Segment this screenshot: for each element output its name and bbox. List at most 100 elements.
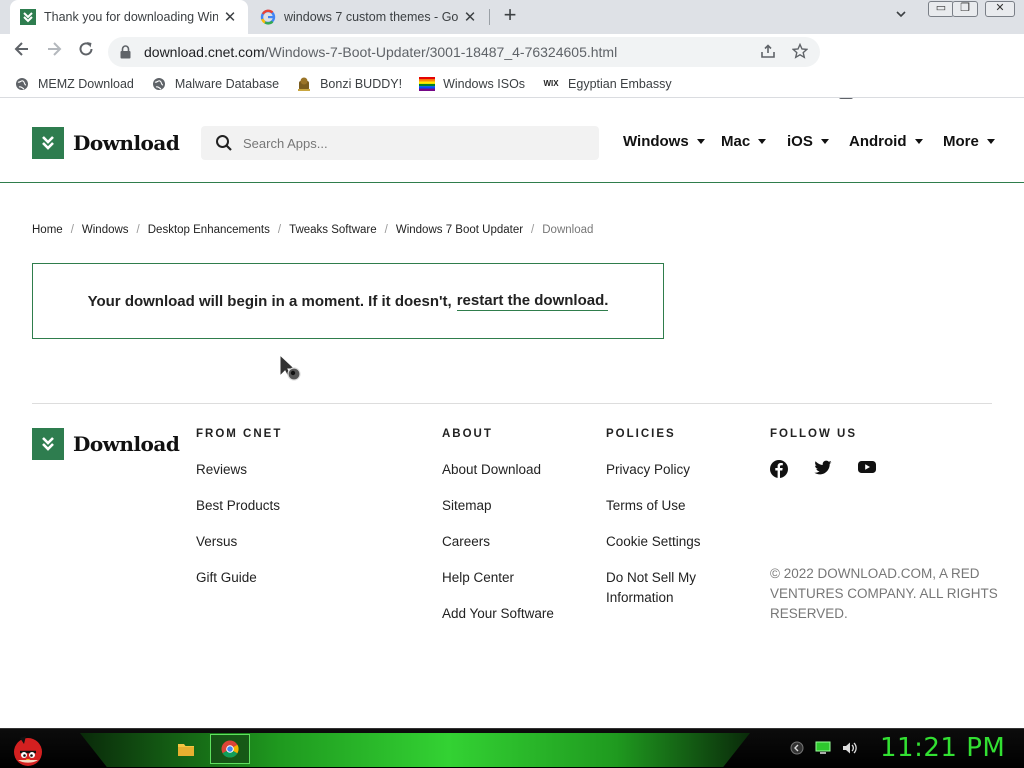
breadcrumb-separator: /	[70, 224, 74, 236]
footer-link-privacy-policy[interactable]: Privacy Policy	[606, 460, 726, 480]
nav-label: Windows	[623, 133, 689, 150]
download-logo-icon	[32, 127, 64, 159]
footer-heading: FROM CNET	[196, 428, 283, 440]
footer-col-about: ABOUT About Download Sitemap Careers Hel…	[442, 428, 554, 640]
breadcrumb: Home / Windows / Desktop Enhancements / …	[32, 224, 593, 236]
maximize-window-button[interactable]: ❐	[952, 1, 978, 17]
footer-heading: ABOUT	[442, 428, 493, 440]
breadcrumb-windows-7-boot-updater[interactable]: Windows 7 Boot Updater	[396, 224, 523, 236]
share-icon[interactable]	[760, 43, 776, 63]
nav-label: iOS	[787, 133, 813, 150]
nav-ios[interactable]: iOS	[787, 133, 829, 150]
bookmark-label: Bonzi BUDDY!	[320, 76, 403, 91]
footer-link-gift-guide[interactable]: Gift Guide	[196, 568, 282, 588]
footer-link-reviews[interactable]: Reviews	[196, 460, 282, 480]
bookmark-windows-isos[interactable]: Windows ISOs	[419, 76, 525, 92]
forward-button[interactable]	[42, 40, 66, 64]
caret-down-icon	[914, 139, 923, 144]
taskbar-file-explorer-icon[interactable]	[166, 734, 206, 764]
nav-more[interactable]: More	[943, 133, 995, 150]
site-header: Download Windows Mac iOS Android More	[0, 99, 1024, 183]
bookmark-bonzi-buddy[interactable]: Bonzi BUDDY!	[296, 76, 402, 92]
footer-link-best-products[interactable]: Best Products	[196, 496, 282, 516]
site-search[interactable]	[201, 126, 599, 160]
rainbow-icon	[419, 76, 436, 92]
footer-link-add-your-software[interactable]: Add Your Software	[442, 604, 554, 624]
tray-arrow-icon[interactable]	[790, 741, 804, 760]
breadcrumb-separator: /	[531, 224, 535, 236]
download-logo-icon	[32, 428, 64, 460]
bookmark-label: MEMZ Download	[38, 76, 134, 91]
breadcrumb-desktop-enhancements[interactable]: Desktop Enhancements	[148, 224, 270, 236]
breadcrumb-tweaks-software[interactable]: Tweaks Software	[289, 224, 377, 236]
reload-button[interactable]	[74, 40, 98, 64]
tab-title: windows 7 custom themes - Google Search	[284, 10, 458, 24]
footer-link-help-center[interactable]: Help Center	[442, 568, 554, 588]
bookmark-star-icon[interactable]	[791, 42, 809, 63]
restart-download-link[interactable]: restart the download.	[456, 292, 609, 311]
twitter-icon[interactable]	[814, 460, 832, 478]
breadcrumb-separator: /	[277, 224, 282, 236]
nav-windows[interactable]: Windows	[623, 133, 705, 150]
network-icon[interactable]	[815, 741, 831, 760]
footer-divider	[32, 403, 992, 404]
tab-separator	[489, 9, 490, 25]
globe-icon	[14, 76, 30, 92]
footer-link-terms-of-use[interactable]: Terms of Use	[606, 496, 726, 516]
caret-down-icon	[986, 139, 995, 144]
breadcrumb-windows[interactable]: Windows	[82, 224, 129, 236]
footer-col-policies: POLICIES Privacy Policy Terms of Use Coo…	[606, 428, 726, 624]
tab-search-chevron-icon[interactable]	[895, 8, 907, 23]
bookmark-label: Egyptian Embassy	[568, 76, 672, 91]
tab-title: Thank you for downloading Windows 7 Boot…	[44, 10, 218, 24]
logo-text: Download	[73, 131, 180, 155]
youtube-icon[interactable]	[858, 460, 876, 478]
facebook-icon[interactable]	[770, 460, 788, 478]
bookmarks-bar: MEMZ Download Malware Database Bonzi BUD…	[0, 70, 1024, 98]
minimize-window-button[interactable]: ▭	[928, 1, 954, 17]
new-tab-button[interactable]: +	[498, 4, 522, 28]
system-tray	[790, 741, 858, 760]
google-favicon-icon	[260, 9, 276, 25]
wix-icon: WIX	[543, 79, 559, 88]
back-button[interactable]	[10, 40, 34, 64]
social-links	[770, 460, 876, 478]
bookmark-memz-download[interactable]: MEMZ Download	[14, 76, 134, 92]
download-favicon-icon	[20, 9, 36, 25]
nav-label: Android	[849, 133, 907, 150]
start-button-angry-bird-icon[interactable]	[8, 730, 48, 768]
breadcrumb-home[interactable]: Home	[32, 224, 63, 236]
nav-mac[interactable]: Mac	[721, 133, 767, 150]
breadcrumb-separator: /	[384, 224, 388, 236]
volume-icon[interactable]	[842, 741, 858, 760]
taskbar-chrome-icon[interactable]	[210, 734, 250, 764]
bookmark-malware-database[interactable]: Malware Database	[151, 76, 279, 92]
os-taskbar	[0, 728, 1024, 768]
close-window-button[interactable]: ✕	[985, 1, 1015, 17]
nav-android[interactable]: Android	[849, 133, 923, 150]
taskbar-clock[interactable]: 11:21 PM	[880, 733, 1005, 763]
notice-text: Your download will begin in a moment. If…	[87, 292, 452, 310]
screen: Thank you for downloading Windows 7 Boot…	[0, 0, 1024, 768]
omnibox-actions	[760, 42, 809, 63]
close-tab-icon[interactable]: ✕	[462, 8, 478, 26]
footer-logo[interactable]: Download	[32, 428, 180, 460]
footer-link-versus[interactable]: Versus	[196, 532, 282, 552]
footer-link-do-not-sell[interactable]: Do Not Sell My Information	[606, 568, 726, 608]
download-notice: Your download will begin in a moment. If…	[32, 263, 664, 339]
tab-download[interactable]: Thank you for downloading Windows 7 Boot…	[10, 0, 248, 34]
footer-link-about-download[interactable]: About Download	[442, 460, 554, 480]
close-tab-icon[interactable]: ✕	[222, 8, 238, 26]
url-host: download.cnet.com	[144, 44, 265, 60]
bookmark-label: Malware Database	[174, 76, 280, 91]
search-input[interactable]	[243, 135, 573, 151]
address-bar[interactable]: download.cnet.com/Windows-7-Boot-Updater…	[108, 37, 820, 67]
lock-icon[interactable]	[120, 45, 134, 59]
tab-google-search[interactable]: windows 7 custom themes - Google Search …	[250, 0, 488, 34]
footer-link-careers[interactable]: Careers	[442, 532, 554, 552]
site-logo[interactable]: Download	[32, 127, 180, 159]
bookmark-egyptian-embassy[interactable]: WIX Egyptian Embassy	[542, 76, 672, 92]
footer-link-cookie-settings[interactable]: Cookie Settings	[606, 532, 726, 552]
footer-link-sitemap[interactable]: Sitemap	[442, 496, 554, 516]
copyright-text: © 2022 DOWNLOAD.COM, A RED VENTURES COMP…	[770, 566, 998, 621]
